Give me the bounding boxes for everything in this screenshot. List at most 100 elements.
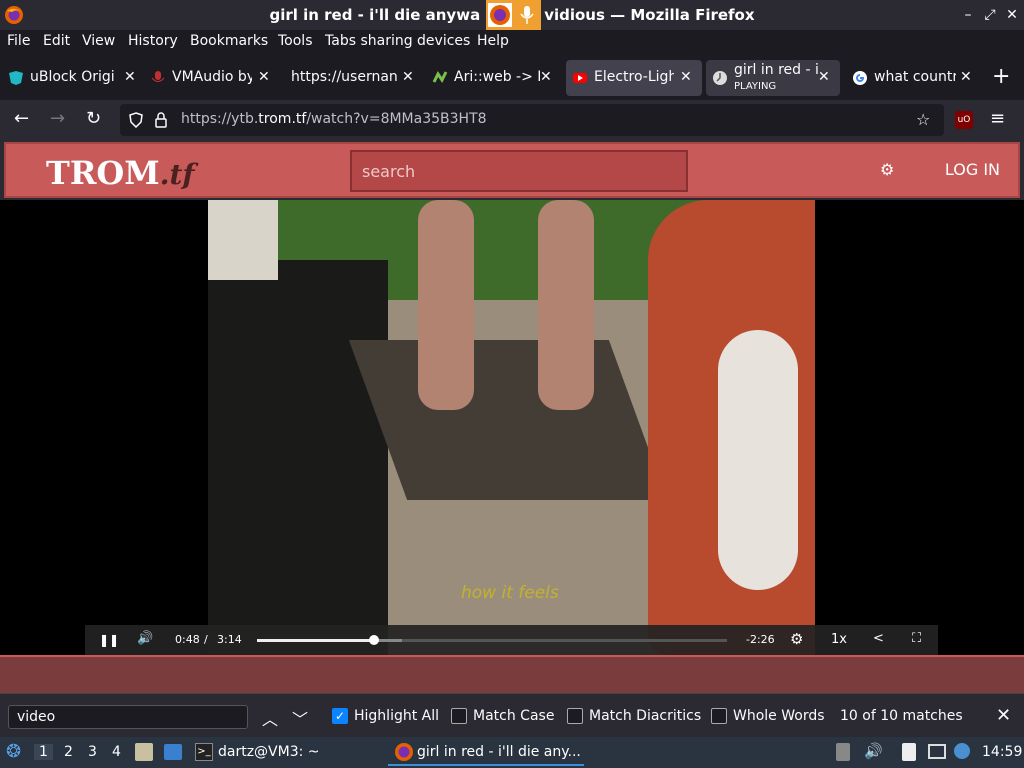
trom-logo[interactable]: TROM.tf <box>46 154 194 192</box>
settings-gear-icon[interactable]: ⚙ <box>790 630 803 648</box>
duration: 3:14 <box>217 633 242 646</box>
match-case-checkbox[interactable] <box>451 708 467 724</box>
taskbar-firefox-window[interactable]: girl in red - i'll die any... <box>388 739 584 766</box>
maximize-button[interactable]: ⤢ <box>980 5 1000 25</box>
ublock-toolbar-icon[interactable]: uO <box>955 111 973 129</box>
url-text[interactable]: https://ytb.trom.tf/watch?v=8MMa35B3HT8 <box>181 111 487 127</box>
highlight-all-checkbox[interactable]: ✓ <box>332 708 348 724</box>
match-diacritics-checkbox[interactable] <box>567 708 583 724</box>
close-icon[interactable]: ✕ <box>540 69 552 85</box>
login-link[interactable]: LOG IN <box>945 160 1000 179</box>
volume-icon[interactable]: 🔊 <box>137 631 153 646</box>
back-icon[interactable]: ← <box>14 108 29 129</box>
remaining-time: -2:26 <box>746 633 775 646</box>
match-case-label[interactable]: Match Case <box>473 708 554 724</box>
menu-file[interactable]: File <box>7 33 30 49</box>
progress-bar[interactable] <box>257 635 727 645</box>
progress-fill <box>257 639 374 642</box>
network-icon[interactable] <box>928 744 946 759</box>
pixel-icon <box>432 71 448 83</box>
hamburger-menu-icon[interactable]: ≡ <box>990 108 1005 129</box>
progress-knob[interactable] <box>369 635 379 645</box>
menu-view[interactable]: View <box>82 33 115 49</box>
close-window-button[interactable]: ✕ <box>1002 5 1022 25</box>
page-below-video <box>0 655 1024 693</box>
new-tab-button[interactable]: + <box>992 64 1010 89</box>
tab-ariweb[interactable]: Ari::web -> I ✕ <box>426 60 560 96</box>
video-frame[interactable]: how it feels <box>208 200 815 655</box>
minimize-button[interactable]: – <box>958 5 978 25</box>
tab-label: Ari::web -> I <box>454 69 542 85</box>
url-bar[interactable]: https://ytb.trom.tf/watch?v=8MMa35B3HT8 … <box>120 104 944 136</box>
close-icon[interactable]: ✕ <box>996 705 1011 726</box>
menu-edit[interactable]: Edit <box>43 33 70 49</box>
workspace-4[interactable]: 4 <box>112 744 121 760</box>
forward-icon[interactable]: → <box>50 108 65 129</box>
menu-bookmarks[interactable]: Bookmarks <box>190 33 268 49</box>
close-icon[interactable]: ✕ <box>680 69 692 85</box>
navigation-bar: ← → ↻ https://ytb.trom.tf/watch?v=8MMa35… <box>0 100 1024 140</box>
terminal-window[interactable]: dartz@VM3: ~ <box>218 744 320 760</box>
lock-icon[interactable] <box>154 112 168 128</box>
share-icon[interactable]: < <box>873 631 884 646</box>
tab-ublock[interactable]: uBlock Origi ✕ <box>2 60 140 96</box>
taskbar: ❂ 1 2 3 4 >_ dartz@VM3: ~ girl in red - … <box>0 737 1024 768</box>
video-player[interactable]: how it feels ❚❚ 🔊 0:48 / 3:14 -2:26 ⚙ 1x… <box>0 200 1024 655</box>
video-caption: how it feels <box>461 583 559 603</box>
notification-overlay <box>486 0 541 30</box>
menu-history[interactable]: History <box>128 33 178 49</box>
tab-electro-light[interactable]: Electro-Ligh ✕ <box>566 60 702 96</box>
close-icon[interactable]: ✕ <box>124 69 136 85</box>
youtube-icon <box>573 73 587 83</box>
file-manager-icon[interactable] <box>135 743 153 761</box>
close-icon[interactable]: ✕ <box>258 69 270 85</box>
menu-tools[interactable]: Tools <box>278 33 313 49</box>
menu-help[interactable]: Help <box>477 33 509 49</box>
site-header: TROM.tf search ⚙ LOG IN <box>0 140 1024 200</box>
highlight-all-label[interactable]: Highlight All <box>354 708 439 724</box>
pause-icon[interactable]: ❚❚ <box>99 633 119 647</box>
time-separator: / <box>204 633 208 646</box>
notifications-icon[interactable] <box>954 743 970 759</box>
find-previous-icon[interactable]: ︿ <box>262 706 278 730</box>
volume-tray-icon[interactable]: 🔊 <box>864 742 883 760</box>
find-input[interactable]: video <box>8 705 248 729</box>
whole-words-label[interactable]: Whole Words <box>733 708 825 724</box>
desktop-icon[interactable] <box>164 744 182 760</box>
close-icon[interactable]: ✕ <box>818 69 830 85</box>
reload-icon[interactable]: ↻ <box>86 108 101 129</box>
tab-playing-label: PLAYING <box>734 81 777 92</box>
tab-username[interactable]: https://usernan ✕ <box>278 60 418 96</box>
workspace-3[interactable]: 3 <box>88 744 97 760</box>
update-icon[interactable] <box>836 743 850 761</box>
tab-girl-in-red[interactable]: girl in red - i PLAYING ✕ <box>706 60 840 96</box>
find-bar: video ︿ ﹀ ✓ Highlight All Match Case Mat… <box>0 693 1024 737</box>
tab-label: Electro-Ligh <box>594 69 674 85</box>
whole-words-checkbox[interactable] <box>711 708 727 724</box>
tab-label: uBlock Origi <box>30 69 115 85</box>
tab-what-country[interactable]: what countr ✕ <box>846 60 982 96</box>
site-search-input[interactable]: search <box>350 150 688 192</box>
find-next-icon[interactable]: ﹀ <box>292 706 308 730</box>
settings-gear-icon[interactable]: ⚙ <box>880 160 894 179</box>
shield-icon[interactable] <box>128 112 144 128</box>
app-menu-icon[interactable]: ❂ <box>6 741 21 762</box>
google-icon <box>853 71 867 85</box>
mic-icon <box>151 71 165 82</box>
tab-label: girl in red - i <box>734 62 818 78</box>
clipboard-icon[interactable] <box>902 743 916 761</box>
playback-speed[interactable]: 1x <box>831 632 847 647</box>
match-diacritics-label[interactable]: Match Diacritics <box>589 708 701 724</box>
tab-vmaudio[interactable]: VMAudio by ✕ <box>144 60 274 96</box>
fullscreen-icon[interactable]: ⛶ <box>912 631 921 646</box>
terminal-icon[interactable]: >_ <box>195 743 213 761</box>
menu-bar: File Edit View History Bookmarks Tools T… <box>0 30 1024 54</box>
workspace-2[interactable]: 2 <box>64 744 73 760</box>
close-icon[interactable]: ✕ <box>402 69 414 85</box>
menu-tabs-sharing-devices[interactable]: Tabs sharing devices <box>325 33 470 49</box>
close-icon[interactable]: ✕ <box>960 69 972 85</box>
firefox-icon <box>395 743 413 761</box>
workspace-1[interactable]: 1 <box>34 744 53 760</box>
tab-label: VMAudio by <box>172 69 252 85</box>
bookmark-star-icon[interactable]: ☆ <box>916 110 930 129</box>
